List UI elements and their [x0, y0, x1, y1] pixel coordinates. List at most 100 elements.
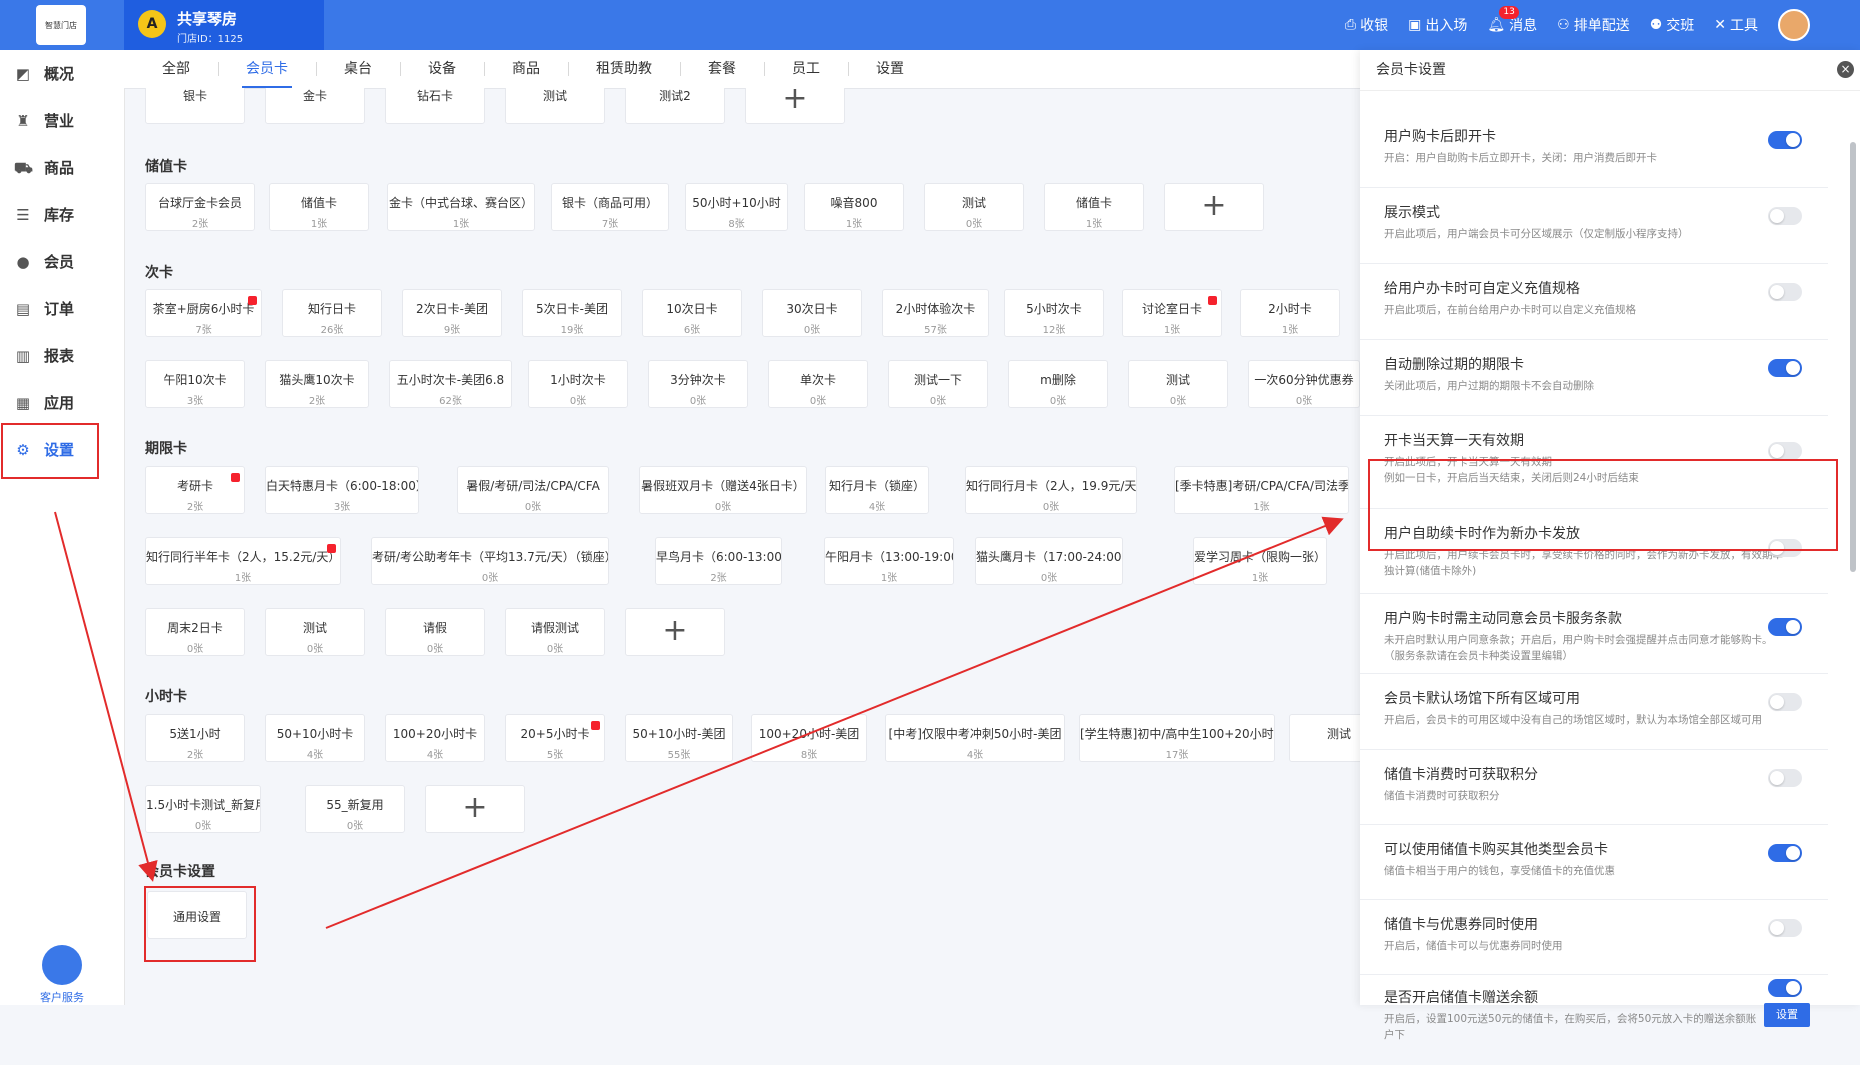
- tab-all[interactable]: 全部: [134, 50, 218, 88]
- message-button[interactable]: 🔔︎ 13 消息: [1487, 6, 1537, 35]
- scroll-thumb[interactable]: [1850, 142, 1856, 572]
- tab-goods[interactable]: 商品: [484, 50, 568, 88]
- member-card[interactable]: 测试2: [625, 88, 725, 124]
- toggle-switch[interactable]: [1768, 693, 1802, 711]
- toggle-switch[interactable]: [1768, 207, 1802, 225]
- member-card[interactable]: 银卡: [145, 88, 245, 124]
- toggle-switch[interactable]: [1768, 844, 1802, 862]
- period-card[interactable]: [季卡特惠]考研/CPA/CFA/司法季 1张: [1174, 466, 1349, 514]
- times-card[interactable]: 测试 0张: [1128, 360, 1228, 408]
- times-card[interactable]: 10次日卡 6张: [642, 289, 742, 337]
- stored-value-card[interactable]: 台球厅金卡会员 2张: [145, 183, 255, 231]
- tab-table[interactable]: 桌台: [316, 50, 400, 88]
- toggle-switch[interactable]: [1768, 359, 1802, 377]
- tab-settings[interactable]: 设置: [848, 50, 932, 88]
- stored-value-card[interactable]: 测试 0张: [924, 183, 1024, 231]
- hour-card[interactable]: 50+10小时-美团 55张: [625, 714, 733, 762]
- period-card[interactable]: 考研卡 2张: [145, 466, 245, 514]
- hour-card[interactable]: 55_新复用 0张: [305, 785, 405, 833]
- period-card[interactable]: 测试 0张: [265, 608, 365, 656]
- toggle-switch[interactable]: [1768, 131, 1802, 149]
- period-card[interactable]: 考研/考公助考年卡（平均13.7元/天）（锁座） 0张: [371, 537, 609, 585]
- sidebar-item-inventory[interactable]: ☰ 库存: [0, 191, 124, 238]
- times-card[interactable]: 2次日卡-美团 9张: [402, 289, 502, 337]
- add-card-button[interactable]: +: [625, 608, 725, 656]
- sidebar-item-order[interactable]: ▤ 订单: [0, 285, 124, 332]
- handover-button[interactable]: ⚉ 交班: [1650, 15, 1695, 35]
- hour-card[interactable]: [中考]仅限中考冲刺50小时-美团 4张: [885, 714, 1065, 762]
- cashier-button[interactable]: ⎙ 收银: [1345, 15, 1388, 35]
- sidebar-item-goods[interactable]: ⛟ 商品: [0, 144, 124, 191]
- entry-exit-button[interactable]: ▣ 出入场: [1408, 15, 1467, 35]
- period-card[interactable]: 请假 0张: [385, 608, 485, 656]
- hour-card[interactable]: 5送1小时 2张: [145, 714, 245, 762]
- times-card[interactable]: 1小时次卡 0张: [528, 360, 628, 408]
- tab-member-card[interactable]: 会员卡: [218, 50, 316, 88]
- stored-value-card[interactable]: 储值卡 1张: [1044, 183, 1144, 231]
- times-card[interactable]: 午阳10次卡 3张: [145, 360, 245, 408]
- period-card[interactable]: 请假测试 0张: [505, 608, 605, 656]
- customer-service-button[interactable]: 客户服务: [34, 945, 90, 1005]
- times-card[interactable]: 五小时次卡-美团6.8 62张: [389, 360, 512, 408]
- times-card[interactable]: 2小时体验次卡 57张: [882, 289, 989, 337]
- period-card[interactable]: 早鸟月卡（6:00-13:00） 2张: [655, 537, 782, 585]
- hour-card[interactable]: [学生特惠]初中/高中生100+20小时卡 17张: [1079, 714, 1275, 762]
- period-card[interactable]: 暑假/考研/司法/CPA/CFA 0张: [457, 466, 609, 514]
- toggle-switch[interactable]: [1768, 769, 1802, 787]
- sidebar-item-business[interactable]: ♜ 营业: [0, 97, 124, 144]
- hour-card[interactable]: 测试: [1289, 714, 1360, 762]
- hour-card[interactable]: 100+20小时卡 4张: [385, 714, 485, 762]
- member-card[interactable]: 金卡: [265, 88, 365, 124]
- hour-card[interactable]: 20+5小时卡 5张: [505, 714, 605, 762]
- add-card-button[interactable]: +: [425, 785, 525, 833]
- member-card[interactable]: 测试: [505, 88, 605, 124]
- stored-value-card[interactable]: 噪音800 1张: [804, 183, 904, 231]
- period-card[interactable]: 周末2日卡 0张: [145, 608, 245, 656]
- period-card[interactable]: 暑假班双月卡（赠送4张日卡） 0张: [639, 466, 807, 514]
- tab-package[interactable]: 套餐: [680, 50, 764, 88]
- settings-button[interactable]: 设置: [1764, 1003, 1810, 1027]
- member-card[interactable]: 钻石卡: [385, 88, 485, 124]
- period-card[interactable]: 猫头鹰月卡（17:00-24:00） 0张: [975, 537, 1123, 585]
- sidebar-item-report[interactable]: ▥ 报表: [0, 332, 124, 379]
- hour-card[interactable]: 1.5小时卡测试_新复用 0张: [145, 785, 261, 833]
- toggle-switch[interactable]: [1768, 919, 1802, 937]
- period-card[interactable]: 爱学习周卡（限购一张） 1张: [1193, 537, 1327, 585]
- times-card[interactable]: 知行日卡 26张: [282, 289, 382, 337]
- tab-staff[interactable]: 员工: [764, 50, 848, 88]
- sidebar-item-member[interactable]: ● 会员: [0, 238, 124, 285]
- times-card[interactable]: 茶室+厨房6小时卡 7张: [145, 289, 262, 337]
- app-logo[interactable]: 智慧门店: [36, 5, 86, 45]
- toggle-switch[interactable]: [1768, 979, 1802, 997]
- times-card[interactable]: 5小时次卡 12张: [1004, 289, 1104, 337]
- times-card[interactable]: 5次日卡-美团 19张: [522, 289, 622, 337]
- times-card[interactable]: 3分钟次卡 0张: [648, 360, 748, 408]
- times-card[interactable]: 30次日卡 0张: [762, 289, 862, 337]
- toggle-switch[interactable]: [1768, 442, 1802, 460]
- panel-scrollbar[interactable]: [1848, 102, 1858, 997]
- times-card[interactable]: 猫头鹰10次卡 2张: [265, 360, 369, 408]
- schedule-button[interactable]: ⚇ 排单配送: [1557, 15, 1630, 35]
- times-card[interactable]: 讨论室日卡 1张: [1122, 289, 1222, 337]
- times-card[interactable]: m删除 0张: [1008, 360, 1108, 408]
- times-card[interactable]: 2小时卡 1张: [1240, 289, 1340, 337]
- tab-device[interactable]: 设备: [400, 50, 484, 88]
- add-card-button[interactable]: +: [745, 88, 845, 124]
- sidebar-item-overview[interactable]: ◩ 概况: [0, 50, 124, 97]
- hour-card[interactable]: 50+10小时卡 4张: [265, 714, 365, 762]
- times-card[interactable]: 单次卡 0张: [768, 360, 868, 408]
- period-card[interactable]: 午阳月卡（13:00-19:00）1张: [824, 537, 954, 585]
- stored-value-card[interactable]: 储值卡 1张: [269, 183, 369, 231]
- times-card[interactable]: 测试一下 0张: [888, 360, 988, 408]
- period-card[interactable]: 白天特惠月卡（6:00-18:00） 3张: [265, 466, 419, 514]
- tools-button[interactable]: ✕ 工具: [1714, 15, 1758, 35]
- period-card[interactable]: 知行同行半年卡（2人，15.2元/天） 1张: [145, 537, 341, 585]
- toggle-switch[interactable]: [1768, 618, 1802, 636]
- sidebar-item-apps[interactable]: ▦ 应用: [0, 379, 124, 426]
- add-card-button[interactable]: +: [1164, 183, 1264, 231]
- stored-value-card[interactable]: 金卡（中式台球、赛台区） 1张: [387, 183, 535, 231]
- store-switcher[interactable]: A 共享琴房 门店ID：1125: [124, 0, 324, 50]
- close-icon[interactable]: ×: [1837, 61, 1854, 78]
- times-card[interactable]: 一次60分钟优惠券 0张: [1248, 360, 1360, 408]
- period-card[interactable]: 知行月卡（锁座） 4张: [825, 466, 929, 514]
